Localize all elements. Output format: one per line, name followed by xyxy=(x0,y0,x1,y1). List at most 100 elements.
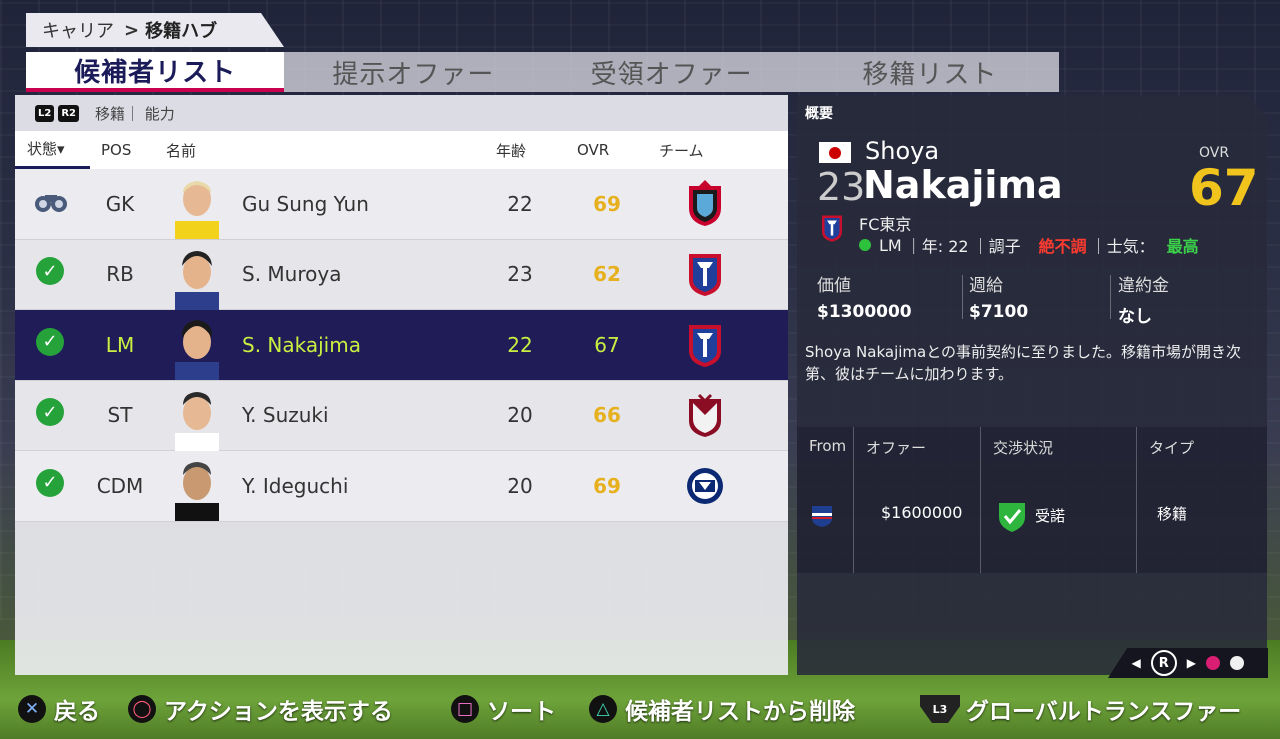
yokohama-crest-icon xyxy=(809,503,835,533)
morale-label: ｜士気： xyxy=(1090,237,1155,256)
hint-label: グローバルトランスファー xyxy=(966,699,1242,725)
form-value: 絶不調 xyxy=(1038,237,1087,256)
form-label: ｜調子 xyxy=(972,237,1021,256)
offer-col-amount: オファー $1600000 xyxy=(854,427,981,573)
player-age: 20 xyxy=(507,473,533,498)
button-hints-bar: ✕ 戻る ◯ アクションを表示する □ ソート △ 候補者リストから削除 L3 … xyxy=(0,686,1280,730)
gamba-crest-icon xyxy=(685,462,725,510)
stat-number: なし xyxy=(1118,307,1152,327)
player-pos: ST xyxy=(107,403,133,428)
arrow-right-icon[interactable]: ▶ xyxy=(1187,656,1196,670)
header-age[interactable]: 年齢 xyxy=(496,140,526,161)
player-ovr: 69 xyxy=(593,473,621,498)
hint-remove[interactable]: △ 候補者リストから削除 xyxy=(589,692,855,726)
view-filter-label: 移籍｜ 能力 xyxy=(95,104,175,123)
header-pos[interactable]: POS xyxy=(101,141,131,159)
player-row[interactable]: ✓ RB S. Muroya 23 62 xyxy=(15,239,788,310)
breadcrumb-root[interactable]: キャリア xyxy=(42,17,114,43)
hint-label: 戻る xyxy=(54,699,100,725)
check-icon: ✓ xyxy=(33,327,67,362)
tab-offers-received[interactable]: 受領オファー xyxy=(543,52,801,92)
offer-amount: $1600000 xyxy=(881,503,963,522)
offer-type: 移籍 xyxy=(1157,505,1188,523)
fc-tokyo-crest-icon xyxy=(685,250,725,298)
offer-header-type: タイプ xyxy=(1149,439,1195,457)
kashima-crest-icon xyxy=(685,391,725,439)
player-first-name: Shoya xyxy=(865,137,940,165)
breadcrumb: キャリア > 移籍ハブ xyxy=(26,13,284,47)
fc-tokyo-crest-icon xyxy=(685,321,725,369)
hint-global-transfer[interactable]: L3 グローバルトランスファー xyxy=(920,692,1241,726)
detail-pager: ◀ R ▶ xyxy=(1108,648,1268,678)
player-portrait xyxy=(167,310,227,380)
check-icon: ✓ xyxy=(33,468,67,503)
triangle-button-icon: △ xyxy=(589,695,617,723)
sapporo-crest-icon xyxy=(685,179,725,228)
square-button-icon: □ xyxy=(451,695,479,723)
header-ovr[interactable]: OVR xyxy=(577,141,609,159)
arrow-left-icon[interactable]: ◀ xyxy=(1132,656,1141,670)
hint-back[interactable]: ✕ 戻る xyxy=(18,692,100,726)
tab-transfer-list[interactable]: 移籍リスト xyxy=(801,52,1059,92)
player-row-selected[interactable]: ✓ LM S. Nakajima 22 67 xyxy=(15,310,788,381)
r2-button-icon[interactable]: R2 xyxy=(58,104,80,122)
stat-divider xyxy=(962,275,963,319)
tab-shortlist[interactable]: 候補者リスト xyxy=(26,52,285,92)
stat-release-clause: 違約金 なし xyxy=(1118,271,1169,327)
player-portrait xyxy=(167,381,227,451)
player-ovr: 62 xyxy=(593,262,621,287)
player-position: LM xyxy=(879,235,902,255)
stat-label: 違約金 xyxy=(1118,276,1169,296)
fc-tokyo-crest-icon xyxy=(819,213,845,243)
player-last-name: Nakajima xyxy=(863,163,1063,207)
r-stick-button[interactable]: R xyxy=(1150,650,1177,676)
player-row[interactable]: GK Gu Sung Yun 22 69 xyxy=(15,169,788,240)
player-age: 20 xyxy=(507,403,533,428)
circle-button-icon: ◯ xyxy=(128,695,156,723)
stat-wage: 週給 $7100 xyxy=(969,271,1028,322)
morale-value: 最高 xyxy=(1166,237,1199,256)
tab-offers-sent[interactable]: 提示オファー xyxy=(284,52,542,92)
header-status[interactable]: 状態▾ xyxy=(15,131,90,169)
player-ovr: 69 xyxy=(593,191,621,216)
offer-col-from: From xyxy=(797,427,854,573)
binoculars-icon xyxy=(33,187,67,221)
player-detail-panel: 概要 Shoya 23 Nakajima OVR 67 FC東京 LM ｜年: … xyxy=(797,95,1267,675)
header-team[interactable]: チーム xyxy=(659,140,704,161)
player-row[interactable]: ✓ ST Y. Suzuki 20 66 xyxy=(15,380,788,451)
player-portrait xyxy=(167,240,227,310)
player-age: 22 xyxy=(507,191,533,216)
player-ovr: 66 xyxy=(593,403,621,428)
player-name: S. Nakajima xyxy=(242,332,361,357)
offer-col-status: 交渉状況 受諾 xyxy=(981,427,1137,573)
player-row[interactable]: ✓ CDM Y. Ideguchi 20 69 xyxy=(15,451,788,522)
l3-button-icon: L3 xyxy=(920,695,960,723)
shortlist-panel: L2 R2 移籍｜ 能力 状態▾ POS 名前 年齢 OVR チーム GK Gu… xyxy=(15,95,788,675)
offer-col-type: タイプ 移籍 xyxy=(1137,427,1267,573)
hint-actions[interactable]: ◯ アクションを表示する xyxy=(128,692,393,726)
offer-table: From オファー $1600000 交渉状況 受諾 タイプ 移籍 xyxy=(797,427,1267,573)
ovr-value: 67 xyxy=(1189,159,1259,217)
player-name: Y. Suzuki xyxy=(242,403,329,428)
hint-label: アクションを表示する xyxy=(164,699,393,725)
stat-label: 週給 xyxy=(969,276,1003,296)
player-name: S. Muroya xyxy=(242,262,342,287)
stat-number: $1300000 xyxy=(817,302,912,322)
offer-header-from: From xyxy=(809,437,847,455)
stat-value: 価値 $1300000 xyxy=(817,271,912,322)
shield-check-icon xyxy=(997,501,1027,533)
tab-bar: 候補者リスト 提示オファー 受領オファー 移籍リスト xyxy=(26,52,1059,92)
page-dot-active[interactable] xyxy=(1206,656,1220,670)
player-pos: LM xyxy=(105,332,135,357)
list-toolbar: L2 R2 移籍｜ 能力 xyxy=(15,95,788,131)
hint-sort[interactable]: □ ソート xyxy=(451,692,556,726)
offer-header-offer: オファー xyxy=(866,439,927,457)
list-header: 状態▾ POS 名前 年齢 OVR チーム xyxy=(15,131,788,169)
stat-label: 価値 xyxy=(817,276,851,296)
player-name: Y. Ideguchi xyxy=(242,473,349,498)
header-name[interactable]: 名前 xyxy=(166,140,196,161)
l2-button-icon[interactable]: L2 xyxy=(35,104,55,122)
page-dot[interactable] xyxy=(1230,656,1244,670)
player-ovr: 67 xyxy=(594,332,620,357)
transfer-description: Shoya Nakajimaとの事前契約に至りました。移籍市場が開き次第、彼はチ… xyxy=(805,343,1242,383)
